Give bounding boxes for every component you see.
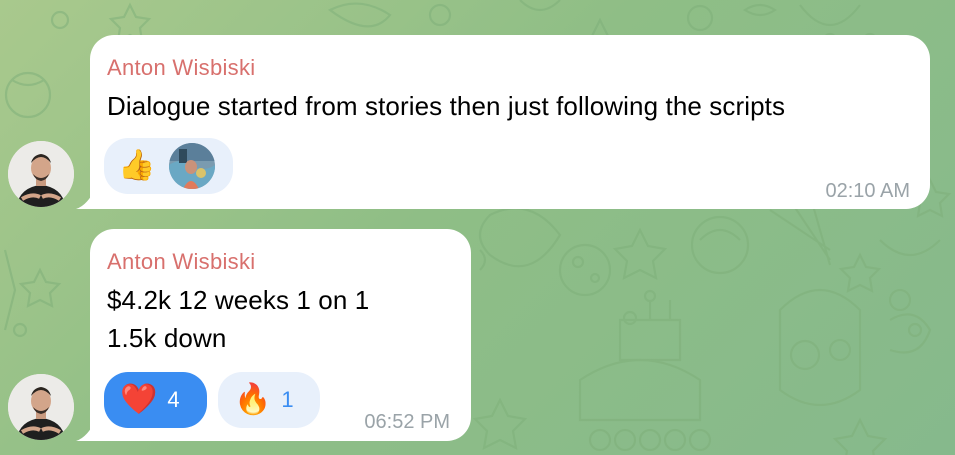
sender-name[interactable]: Anton Wisbiski: [107, 55, 255, 81]
heart-icon: ❤️: [120, 383, 158, 416]
sender-name[interactable]: Anton Wisbiski: [107, 249, 255, 275]
reactor-avatar[interactable]: [169, 143, 216, 189]
reaction-fire[interactable]: 🔥 1: [218, 372, 320, 428]
profile-photo-icon: [8, 374, 74, 440]
message-time: 06:52 PM: [364, 411, 450, 433]
message-time: 02:10 AM: [825, 180, 910, 202]
reaction-heart[interactable]: ❤️ 4: [104, 372, 207, 428]
message-text: Dialogue started from stories then just …: [107, 91, 786, 121]
thumbs-up-icon: 👍: [118, 149, 156, 182]
sender-avatar[interactable]: [8, 141, 74, 207]
reaction-count: 1: [281, 387, 294, 412]
reaction-thumbs-up[interactable]: 👍: [104, 138, 233, 194]
bubble-tail: [76, 187, 96, 209]
fire-icon: 🔥: [234, 383, 272, 416]
bubble-tail: [76, 419, 96, 441]
sender-avatar[interactable]: [8, 374, 74, 440]
profile-photo-icon: [8, 141, 74, 207]
reaction-count: 4: [167, 387, 180, 412]
reactor-photo-icon: [169, 143, 216, 189]
message-bubble[interactable]: Anton Wisbiski Dialogue started from sto…: [76, 35, 930, 209]
message-text-line: $4.2k 12 weeks 1 on 1: [107, 285, 370, 315]
message-bubble[interactable]: Anton Wisbiski $4.2k 12 weeks 1 on 1 1.5…: [76, 229, 471, 441]
message-text-line: 1.5k down: [107, 323, 227, 353]
